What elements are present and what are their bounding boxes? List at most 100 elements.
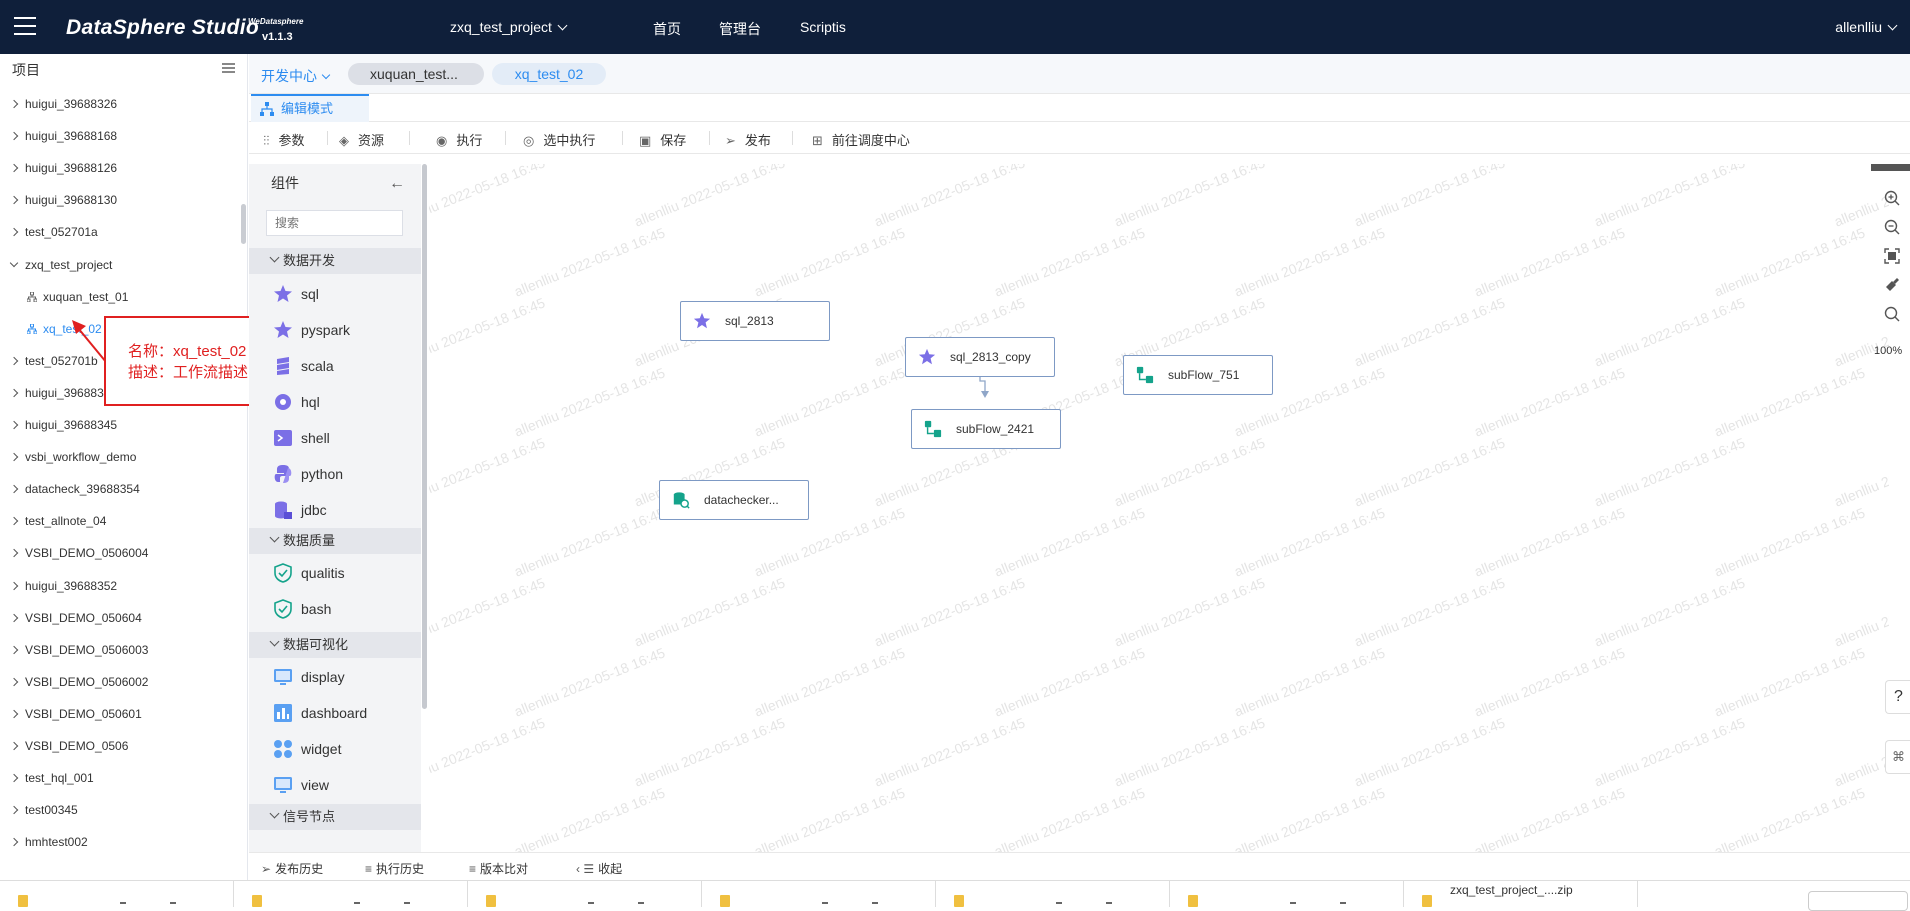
download-item[interactable] [468,881,702,907]
group-data-quality[interactable]: 数据质量 [249,528,421,554]
zoom-out-icon[interactable] [1884,219,1900,235]
download-item[interactable]: zxq_test_project_....zip [1404,881,1638,907]
menu-icon[interactable] [14,17,36,37]
project-item[interactable]: test00345 [9,800,78,820]
project-item[interactable]: test_052701a [9,222,98,242]
user-menu[interactable]: allenlliu [1835,19,1898,35]
project-item[interactable]: vsbi_workflow_demo [9,447,136,467]
nav-home[interactable]: 首页 [653,19,681,39]
project-item[interactable]: VSBI_DEMO_0506004 [9,543,148,563]
node-python[interactable]: python [273,459,343,489]
publish-button[interactable]: ➢ 发布 [725,130,771,149]
nav-console[interactable]: 管理台 [719,19,761,39]
chevron-right-icon [9,581,19,590]
workflow-item[interactable]: xuquan_test_01 [27,287,128,307]
node-dashboard[interactable]: dashboard [273,698,367,728]
controls-handle[interactable] [1871,164,1910,171]
sidebar-scrollbar[interactable] [241,204,246,244]
node-jdbc[interactable]: jdbc [273,495,327,525]
node-sql[interactable]: sql [273,279,319,309]
hierarchy-toggle-icon[interactable]: ⌘ [1885,740,1910,774]
palette-scrollbar[interactable] [422,164,427,709]
group-signal[interactable]: 信号节点 [249,804,421,830]
component-search-input[interactable] [266,210,403,236]
canvas-node-sql-2813[interactable]: sql_2813 [680,301,830,341]
project-item[interactable]: hmhtest002 [9,832,88,852]
nav-scriptis[interactable]: Scriptis [800,19,846,35]
resources-button[interactable]: ◈ 资源 [339,130,384,149]
project-item[interactable]: test_allnote_04 [9,511,106,531]
project-item[interactable]: huigui_39688326 [9,94,117,114]
canvas-node-subflow-2421[interactable]: subFlow_2421 [911,409,1061,449]
goto-scheduler-button[interactable]: ⊞ 前往调度中心 [812,130,910,149]
tab-xq-test-02[interactable]: xq_test_02 [492,63,606,85]
execute-selected-button[interactable]: ◎ 选中执行 [523,130,595,149]
help-button[interactable]: ? [1885,680,1910,714]
version-compare-button[interactable]: ≡ 版本比对 [469,860,528,877]
node-hql[interactable]: hql [273,387,320,417]
project-item[interactable]: huigui_39688168 [9,126,118,146]
project-item[interactable]: VSBI_DEMO_0506003 [9,640,148,660]
node-widget[interactable]: widget [273,734,341,764]
chevron-right-icon [9,805,19,815]
dev-center-dropdown[interactable]: 开发中心 [261,66,331,86]
project-item[interactable]: huigui_39688345 [9,415,117,435]
node-bash[interactable]: bash [273,594,331,624]
project-item[interactable]: huigui_39688130 [9,190,117,210]
params-button[interactable]: ⫶⫶ 参数 [263,130,305,149]
sql-star-icon [693,312,711,329]
project-item[interactable]: VSBI_DEMO_0506 [9,736,128,756]
download-item[interactable] [936,881,1170,907]
node-scala[interactable]: scala [273,351,334,381]
project-selector[interactable]: zxq_test_project [450,19,568,35]
canvas-node-sql-2813-copy[interactable]: sql_2813_copy [905,337,1055,377]
project-item[interactable]: huigui_39688335 [9,383,117,403]
download-item[interactable] [0,881,234,907]
edit-mode-tab[interactable]: 编辑模式 [251,94,369,122]
project-item[interactable]: test_hql_001 [9,768,94,788]
node-pyspark[interactable]: pyspark [273,315,350,345]
chevron-right-icon [9,484,19,494]
save-button[interactable]: ▣ 保存 [639,130,686,149]
chevron-right-icon [9,773,19,783]
project-item[interactable]: zxq_test_project [9,255,112,275]
node-display[interactable]: display [273,662,345,692]
chevron-down-icon [269,808,280,819]
publish-history-button[interactable]: ➢ 发布历史 [261,860,323,877]
search-icon[interactable] [1884,306,1900,322]
show-all-downloads-button[interactable] [1808,891,1908,911]
project-item[interactable]: VSBI_DEMO_0506002 [9,672,148,692]
format-brush-icon[interactable] [1884,277,1900,293]
project-item[interactable]: huigui_39688352 [9,576,117,596]
tab-xuquan-test[interactable]: xuquan_test... [348,63,484,85]
execute-button[interactable]: ◉ 执行 [436,130,482,149]
project-item[interactable]: VSBI_DEMO_050604 [9,608,142,628]
group-data-dev[interactable]: 数据开发 [249,248,421,274]
project-item[interactable]: VSBI_DEMO_050601 [9,704,142,724]
back-arrow-icon[interactable]: ← [389,175,405,193]
tree-item-label: huigui_39688168 [25,129,118,144]
node-shell[interactable]: shell [273,423,330,453]
project-item[interactable]: huigui_39688126 [9,158,117,178]
node-qualitis[interactable]: qualitis [273,558,345,588]
project-item[interactable]: datacheck_39688354 [9,479,140,499]
chevron-down-icon [557,20,568,31]
fit-screen-icon[interactable] [1884,248,1900,264]
exec-history-button[interactable]: ≡ 执行历史 [365,860,424,877]
chevron-down-icon [269,636,280,647]
zip-file-icon [252,895,262,907]
canvas-node-datachecker[interactable]: datachecker... [659,480,809,520]
download-item[interactable] [1170,881,1404,907]
collapse-panel-button[interactable]: ‹ ☰ 收起 [576,860,622,877]
chevron-right-icon [9,645,19,654]
canvas-node-subflow-751[interactable]: subFlow_751 [1123,355,1273,395]
group-data-visual[interactable]: 数据可视化 [249,632,421,658]
collapse-sidebar-icon[interactable] [222,63,235,73]
zoom-in-icon[interactable] [1884,190,1900,206]
node-view[interactable]: view [273,770,329,800]
workflow-canvas[interactable]: allenlliu 2022-05-18 16:45 allenlliu 2022… [429,164,1889,864]
toolbar-divider [709,131,710,145]
download-item[interactable] [702,881,936,907]
download-item[interactable] [234,881,468,907]
download-filename: zxq_test_project_....zip [1450,883,1573,897]
